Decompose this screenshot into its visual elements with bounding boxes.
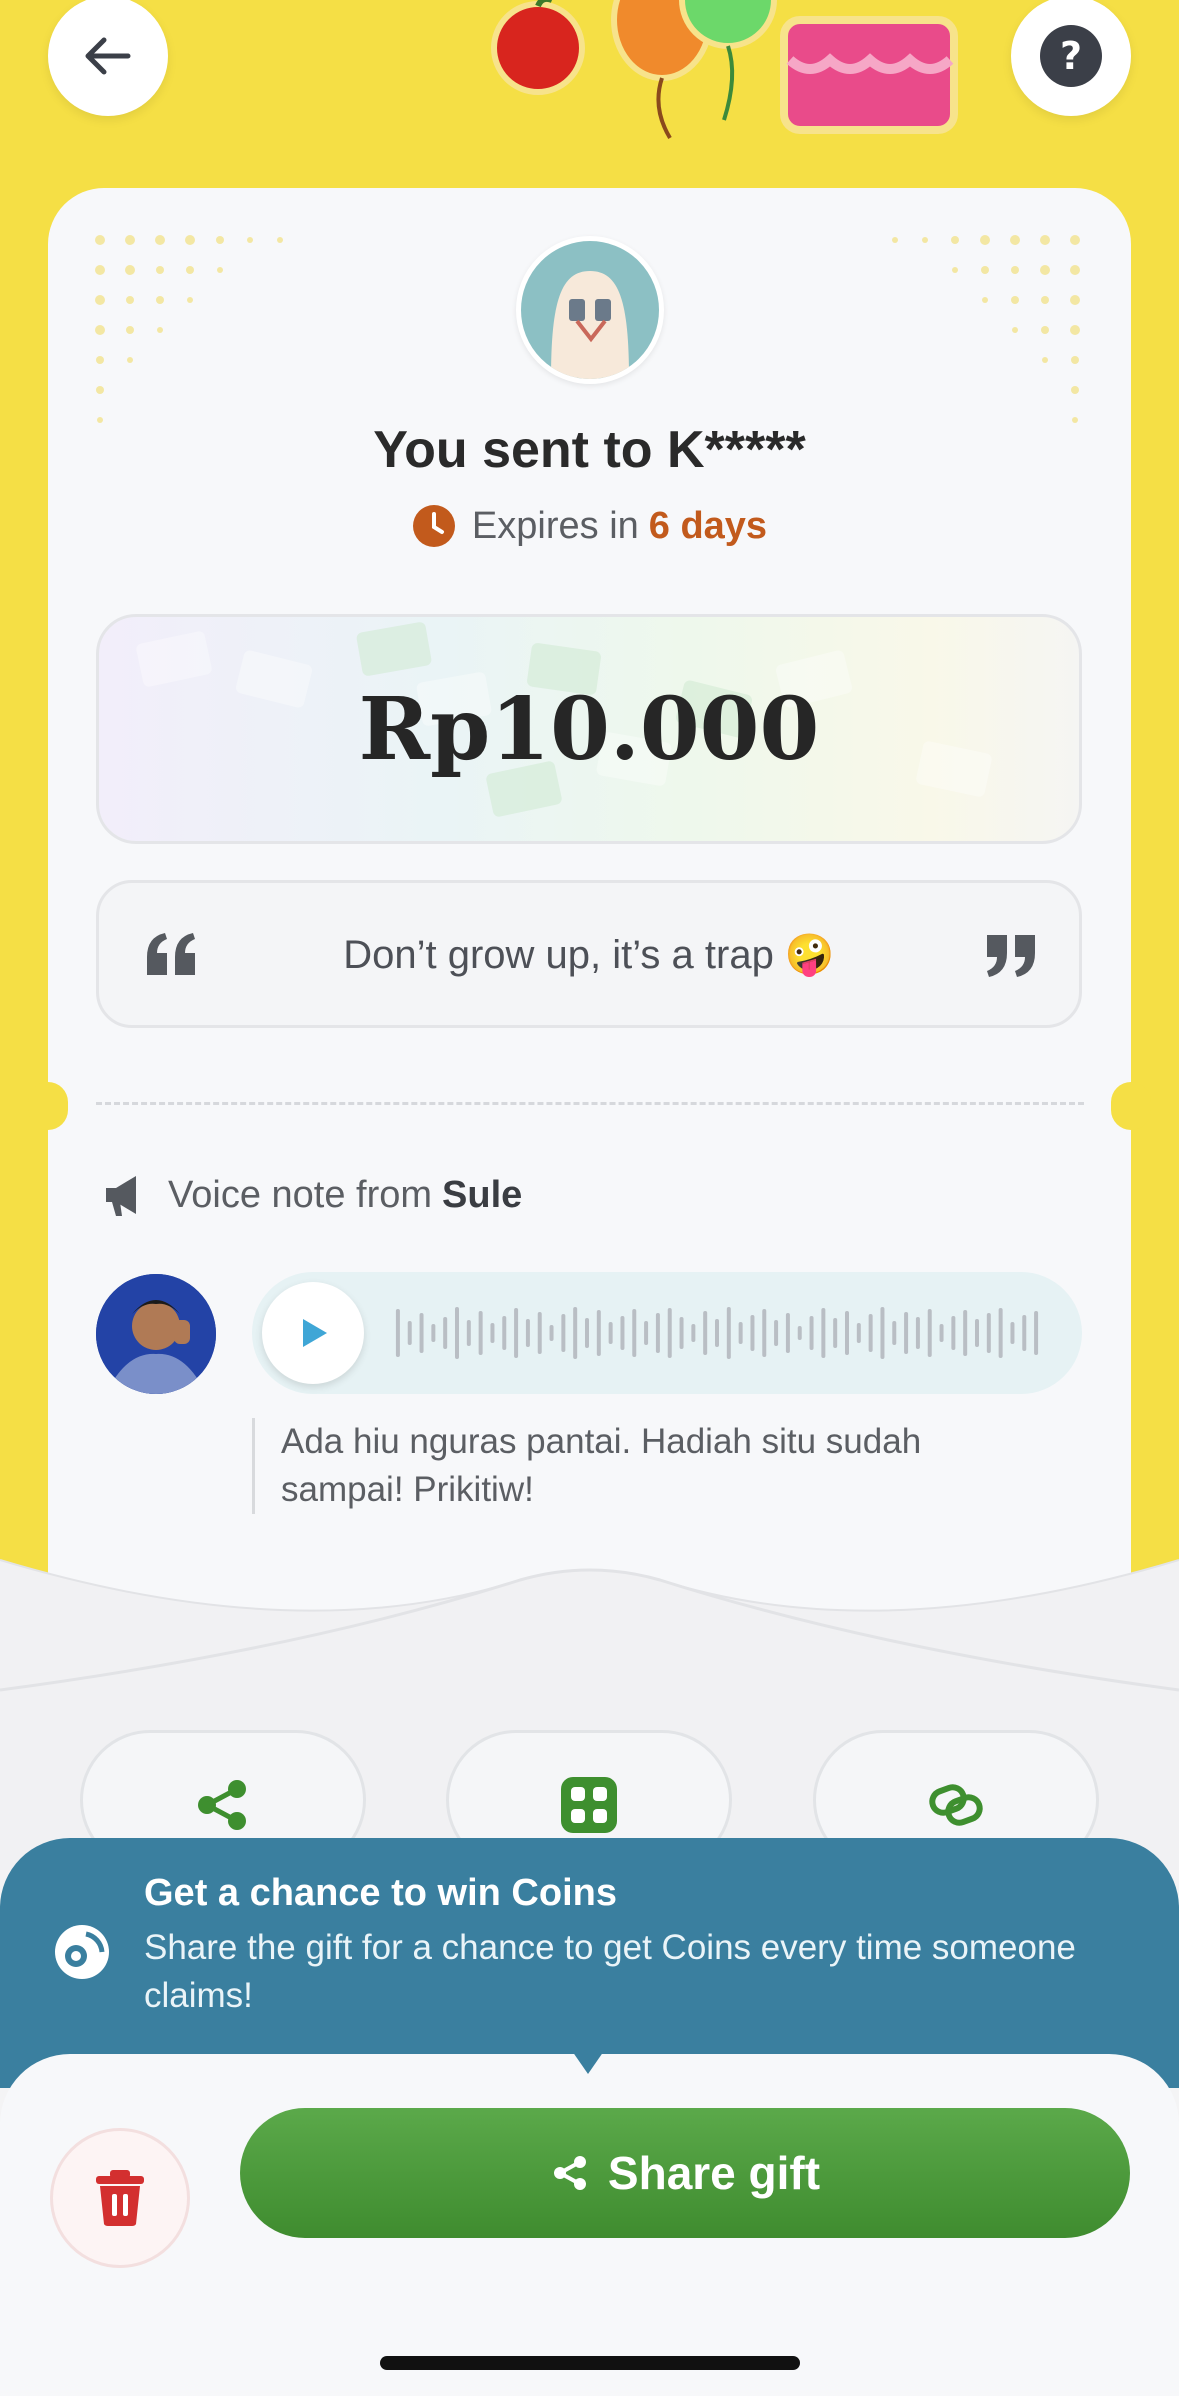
share-icon [553,2156,586,2190]
share-gift-button[interactable]: Share gift [240,2108,1130,2238]
qr-code-icon [561,1777,617,1833]
coins-promo-description: Share the gift for a chance to get Coins… [144,1928,1076,2015]
coins-promo-title: Get a chance to win Coins [144,1872,617,1914]
play-icon [303,1319,327,1347]
gift-amount: Rp10.000 [358,678,820,780]
amount-panel: Rp10.000 [96,614,1082,844]
expiry-label: Expires in [471,504,639,547]
dot-pattern-left [95,235,283,423]
delete-gift-button[interactable] [50,2128,190,2268]
voice-note-prefix: Voice note from [168,1173,433,1216]
ticket-divider [96,1102,1084,1105]
expiry-days: 6 days [648,504,768,547]
banner-pointer [570,2048,606,2074]
open-quote-icon [147,933,195,975]
link-icon [929,1784,983,1826]
ticket-notch-right [1111,1082,1151,1130]
clock-icon [412,505,455,547]
home-indicator [380,2356,800,2370]
audio-waveform[interactable] [392,1298,1042,1368]
help-button[interactable]: ? [1011,0,1131,116]
gift-message-text: Don’t grow up, it’s a trap 🤪 [343,932,835,977]
share-icon [198,1780,246,1830]
audio-player [252,1272,1082,1394]
gift-title: You sent to K***** [373,421,806,479]
voice-note-sender: Sule [442,1173,523,1216]
voice-note-label: Voice note from Sule [100,1172,522,1218]
coins-icon [55,1925,109,1979]
recipient-avatar [516,236,664,384]
megaphone-icon [106,1176,136,1216]
back-button[interactable] [48,0,168,116]
play-button[interactable] [262,1282,364,1384]
gift-message: Don’t grow up, it’s a trap 🤪 [96,880,1082,1028]
share-gift-label: Share gift [607,2147,821,2199]
dot-pattern-right [892,235,1080,423]
arrow-left-icon [85,37,131,75]
party-decoration-illustration [491,0,958,140]
ticket-notch-left [28,1082,68,1130]
expiry-row: Expires in 6 days [0,504,1179,548]
sender-avatar [96,1274,216,1394]
trash-icon [96,2170,144,2226]
voice-note-transcript: Ada hiu nguras pantai. Hadiah situ sudah… [252,1418,1032,1514]
close-quote-icon [987,935,1035,977]
help-icon: ? [1040,25,1102,87]
